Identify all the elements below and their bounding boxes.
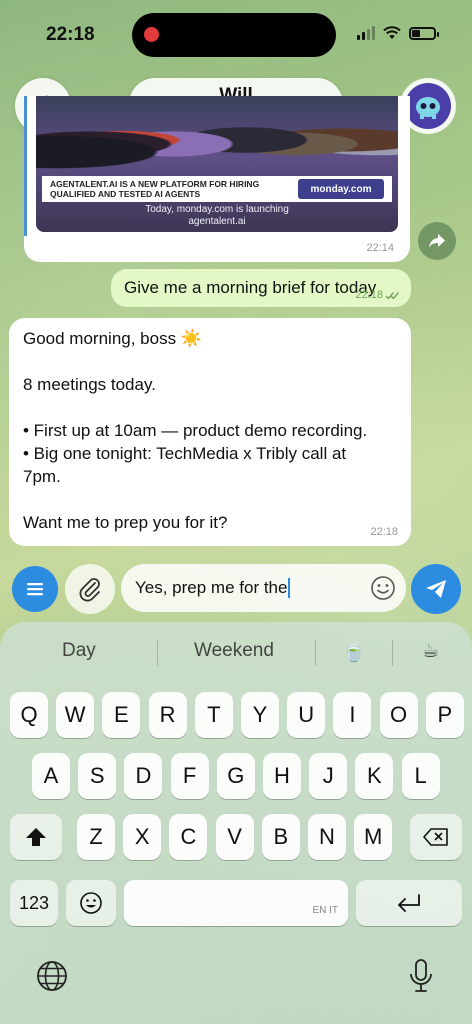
key-m[interactable]: M — [354, 814, 393, 860]
message-text: Give me a morning brief for today — [124, 278, 377, 297]
message-time: 22:18 — [370, 526, 398, 538]
message-line: Good morning, boss ☀️ — [23, 329, 202, 348]
key-t[interactable]: T — [194, 692, 233, 738]
shift-key[interactable] — [10, 814, 62, 860]
emoji-icon[interactable] — [370, 575, 396, 601]
share-arrow-icon — [429, 234, 445, 248]
recording-indicator-icon — [144, 27, 159, 42]
emoji-key[interactable] — [66, 880, 116, 926]
key-n[interactable]: N — [308, 814, 346, 860]
keyboard: Day Weekend 🍵 ☕ QWERTYUIOP ASDFGHJKL ZXC… — [0, 622, 472, 1024]
status-icons — [357, 26, 439, 40]
suggestion-item[interactable]: Weekend — [194, 640, 274, 662]
battery-icon — [409, 26, 439, 40]
key-v[interactable]: V — [215, 814, 254, 860]
shift-arrow-icon — [26, 828, 46, 846]
message-line: • Big one tonight: TechMedia x Tribly ca… — [23, 444, 347, 463]
message-line: Want me to prep you for it? — [23, 513, 228, 532]
key-c[interactable]: C — [169, 814, 208, 860]
delete-key[interactable] — [410, 814, 462, 860]
key-b[interactable]: B — [261, 814, 300, 860]
backspace-icon — [423, 828, 448, 846]
suggestion-bar: Day Weekend 🍵 ☕ — [0, 622, 472, 682]
status-time: 22:18 — [46, 24, 95, 45]
key-i[interactable]: I — [333, 692, 372, 738]
news-banner: AGENTALENT.AI IS A NEW PLATFORM FOR HIRI… — [42, 176, 392, 202]
suggestion-emoji[interactable]: 🍵 — [342, 640, 366, 664]
globe-icon[interactable] — [36, 960, 68, 992]
key-j[interactable]: J — [309, 753, 348, 799]
key-l[interactable]: L — [401, 753, 440, 799]
suggestion-item[interactable]: Day — [62, 640, 96, 662]
microphone-icon[interactable] — [408, 958, 434, 994]
key-y[interactable]: Y — [241, 692, 279, 738]
key-g[interactable]: G — [216, 753, 255, 799]
crowd-illustration — [36, 96, 398, 176]
text-caret — [288, 578, 291, 598]
emoji-keyboard-icon — [80, 892, 102, 914]
bot-avatar-image — [405, 83, 451, 129]
return-icon — [398, 894, 420, 912]
send-button[interactable] — [411, 564, 461, 614]
monday-logo: monday.com — [298, 179, 384, 199]
image-caption: Today, monday.com is launching agentalen… — [145, 204, 289, 227]
key-k[interactable]: K — [355, 753, 394, 799]
message-meta: 22:18 — [355, 289, 401, 301]
forward-button[interactable] — [418, 222, 456, 260]
key-q[interactable]: Q — [10, 692, 48, 738]
banner-headline: AGENTALENT.AI IS A NEW PLATFORM FOR HIRI… — [50, 179, 260, 199]
key-o[interactable]: O — [379, 692, 418, 738]
key-e[interactable]: E — [102, 692, 141, 738]
return-key[interactable] — [356, 880, 462, 926]
key-p[interactable]: P — [425, 692, 464, 738]
message-time: 22:14 — [366, 242, 394, 254]
numbers-key[interactable]: 123 — [10, 880, 58, 926]
wifi-icon — [383, 26, 401, 39]
key-h[interactable]: H — [263, 753, 301, 799]
attach-button[interactable] — [65, 564, 115, 614]
outgoing-message[interactable]: Give me a morning brief for today 22:18 — [111, 269, 411, 307]
bot-menu-button[interactable] — [12, 566, 58, 612]
key-w[interactable]: W — [56, 692, 95, 738]
key-x[interactable]: X — [123, 814, 162, 860]
key-f[interactable]: F — [170, 753, 209, 799]
dynamic-island — [132, 13, 336, 57]
paperclip-icon — [79, 578, 100, 602]
incoming-message[interactable]: Good morning, boss ☀️ 8 meetings today. … — [9, 318, 411, 546]
menu-icon — [27, 583, 43, 596]
status-bar: 22:18 — [0, 0, 472, 70]
key-u[interactable]: U — [287, 692, 326, 738]
send-icon — [426, 580, 446, 598]
robot-face-icon — [416, 97, 440, 119]
key-z[interactable]: Z — [77, 814, 115, 860]
message-line: 7pm. — [23, 467, 61, 486]
suggestion-emoji[interactable]: ☕ — [422, 640, 439, 663]
image-message[interactable]: AGENTALENT.AI IS A NEW PLATFORM FOR HIRI… — [24, 96, 410, 262]
message-input[interactable]: Yes, prep me for the — [121, 564, 406, 612]
message-line: • First up at 10am — product demo record… — [23, 421, 368, 440]
signal-icon — [357, 26, 375, 40]
message-line: 8 meetings today. — [23, 375, 156, 394]
key-r[interactable]: R — [148, 692, 187, 738]
key-a[interactable]: A — [32, 753, 70, 799]
link-preview-image[interactable]: AGENTALENT.AI IS A NEW PLATFORM FOR HIRI… — [36, 96, 398, 232]
double-check-icon — [385, 291, 400, 300]
key-s[interactable]: S — [78, 753, 117, 799]
message-input-text: Yes, prep me for the — [135, 578, 288, 597]
key-d[interactable]: D — [124, 753, 163, 799]
message-time: 22:18 — [355, 289, 383, 301]
space-key[interactable]: EN IT — [124, 880, 348, 926]
